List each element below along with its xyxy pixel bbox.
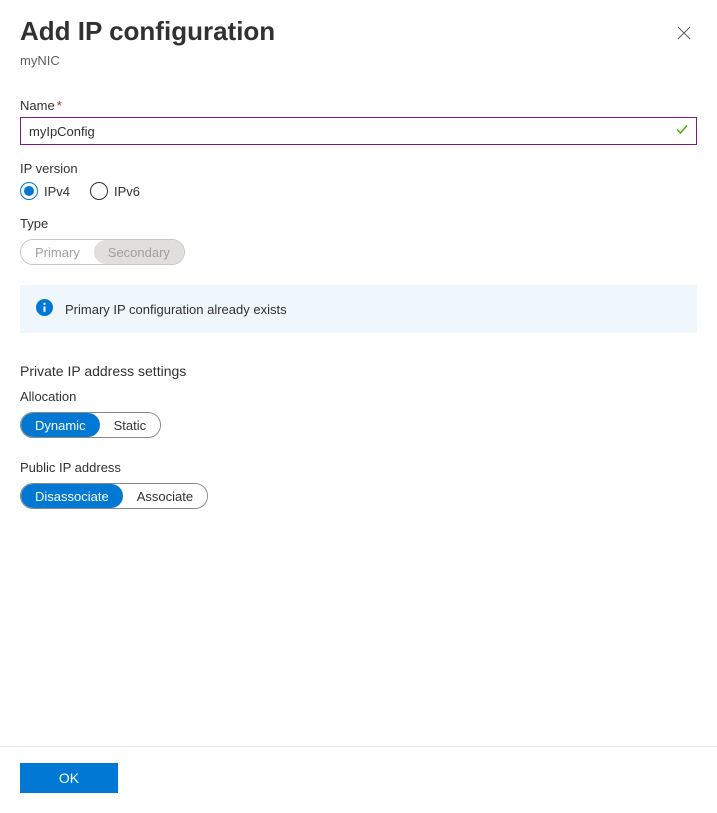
type-label: Type bbox=[20, 216, 697, 231]
ipversion-label: IP version bbox=[20, 161, 697, 176]
radio-circle-icon bbox=[90, 182, 108, 200]
panel-subtitle: myNIC bbox=[20, 53, 697, 68]
publicip-toggle[interactable]: Disassociate Associate bbox=[20, 483, 208, 509]
info-banner: Primary IP configuration already exists bbox=[20, 285, 697, 333]
ok-button[interactable]: OK bbox=[20, 763, 118, 793]
publicip-associate-option[interactable]: Associate bbox=[123, 484, 207, 508]
radio-circle-icon bbox=[20, 182, 38, 200]
radio-ipv4-label: IPv4 bbox=[44, 184, 70, 199]
info-icon bbox=[36, 299, 53, 319]
type-secondary-option: Secondary bbox=[94, 240, 184, 264]
publicip-disassociate-option[interactable]: Disassociate bbox=[21, 484, 123, 508]
close-button[interactable] bbox=[671, 20, 697, 49]
allocation-toggle[interactable]: Dynamic Static bbox=[20, 412, 161, 438]
required-indicator: * bbox=[57, 98, 62, 113]
private-ip-heading: Private IP address settings bbox=[20, 363, 697, 379]
info-text: Primary IP configuration already exists bbox=[65, 302, 287, 317]
allocation-static-option[interactable]: Static bbox=[100, 413, 161, 437]
radio-ipv4[interactable]: IPv4 bbox=[20, 182, 70, 200]
radio-ipv6-label: IPv6 bbox=[114, 184, 140, 199]
type-toggle: Primary Secondary bbox=[20, 239, 185, 265]
publicip-label: Public IP address bbox=[20, 460, 697, 475]
name-input[interactable] bbox=[20, 117, 697, 145]
type-primary-option: Primary bbox=[21, 240, 94, 264]
radio-ipv6[interactable]: IPv6 bbox=[90, 182, 140, 200]
allocation-dynamic-option[interactable]: Dynamic bbox=[21, 413, 100, 437]
close-icon bbox=[677, 27, 691, 43]
name-label: Name* bbox=[20, 98, 697, 113]
panel-title: Add IP configuration bbox=[20, 16, 275, 47]
checkmark-icon bbox=[675, 123, 689, 140]
allocation-label: Allocation bbox=[20, 389, 697, 404]
